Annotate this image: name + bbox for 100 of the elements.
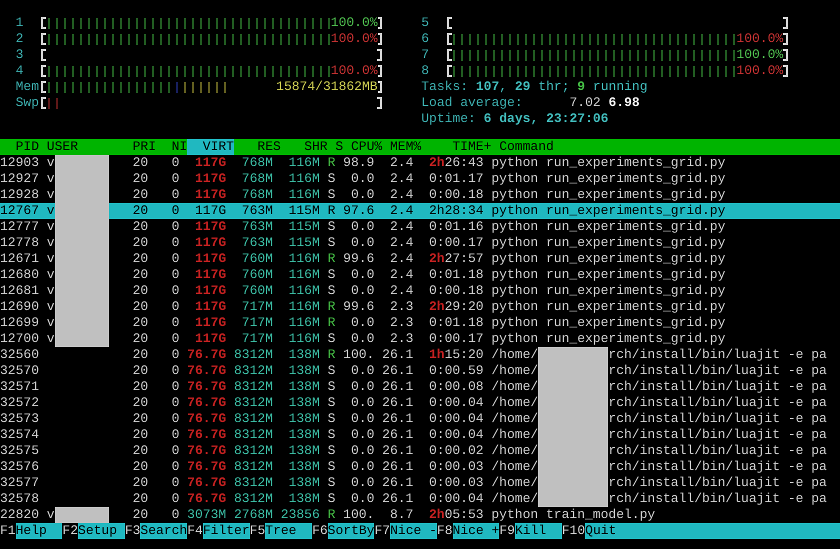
process-row[interactable]: 32573 20 0 76.7G 8312M 138M S 0.0 26.1 0:00.04 /home/ rch/install/bin/luajit -e pa xyxy=(0,411,840,427)
table-cell-text: 2.3 xyxy=(388,299,414,315)
meter-label: 4 xyxy=(16,63,24,79)
table-cell-text: 116M xyxy=(288,299,320,315)
column-header[interactable]: VIRT xyxy=(187,139,234,155)
table-cell-text: R xyxy=(326,347,336,363)
table-cell-text: 0.0 xyxy=(350,491,374,507)
column-header[interactable]: NI xyxy=(156,139,188,155)
table-cell: v xyxy=(46,267,55,283)
table-cell-text: 0.0 xyxy=(350,315,374,331)
function-key: F9 xyxy=(499,523,515,539)
table-cell-text: 0 xyxy=(170,187,180,203)
table-cell-text: 116M xyxy=(288,187,320,203)
column-header[interactable]: PRI xyxy=(124,139,156,155)
table-cell: 32570 xyxy=(0,363,39,379)
table-cell-text: 0:00.17 xyxy=(428,331,484,347)
table-cell-text: 0 xyxy=(170,155,180,171)
process-row[interactable]: 12700 v 20 0 117G 717M 116M S 0.0 2.3 0:00.17 python run_experiments_grid.py xyxy=(0,331,840,347)
function-key-button[interactable]: Setup xyxy=(78,523,125,539)
table-cell-text: 768M xyxy=(240,171,273,187)
table-cell: 32560 xyxy=(0,347,39,363)
table-cell-text: 0 xyxy=(170,331,180,347)
table-cell-text: 0:00.18 xyxy=(428,187,484,203)
function-key: F10 xyxy=(562,523,586,539)
process-row[interactable]: 32560 20 0 76.7G 8312M 138M R 100. 26.1 1h15:20 /home/ rch/install/bin/luajit -e pa xyxy=(0,347,840,363)
table-cell-text: 717M xyxy=(240,299,273,315)
process-row[interactable]: 32578 20 0 76.7G 8312M 138M S 0.0 26.1 0:00.04 /home/ rch/install/bin/luajit -e pa xyxy=(0,491,840,507)
table-cell: 12777 xyxy=(0,219,39,235)
function-key-button[interactable]: Nice - xyxy=(390,523,437,539)
column-header[interactable]: PID xyxy=(0,139,39,155)
table-cell-text: 0:00.03 xyxy=(428,475,484,491)
table-cell-text: S xyxy=(326,283,336,299)
table-cell-text: S xyxy=(326,379,336,395)
function-key-button[interactable]: SortBy xyxy=(328,523,374,539)
table-cell-text: 2.4 xyxy=(388,267,414,283)
process-row[interactable]: 12928 v 20 0 117G 768M 116M S 0.0 2.4 0:00.18 python run_experiments_grid.py xyxy=(0,187,840,203)
table-cell-text: 0.0 xyxy=(350,171,374,187)
table-cell: python run_experiments_grid.py xyxy=(491,171,726,187)
process-row[interactable]: 12699 v 20 0 117G 717M 116M R 0.0 2.3 0:01.18 python run_experiments_grid.py xyxy=(0,315,840,331)
process-row[interactable]: 12778 v 20 0 117G 763M 115M S 0.0 2.4 0:00.17 python run_experiments_grid.py xyxy=(0,235,840,251)
function-key-button[interactable]: Kill xyxy=(514,523,562,539)
table-cell-text: 0:00.18 xyxy=(428,283,484,299)
table-cell-text: 20 xyxy=(132,427,148,443)
column-header[interactable]: SHR xyxy=(280,139,328,155)
column-header[interactable]: TIME+ xyxy=(421,139,492,155)
process-row[interactable]: 12903 v 20 0 117G 768M 116M R 98.9 2.4 2h26:43 python run_experiments_grid.py xyxy=(0,155,840,171)
function-key-button[interactable]: Quit xyxy=(585,523,840,539)
process-row[interactable]: 12680 v 20 0 117G 760M 116M S 0.0 2.4 0:01.18 python run_experiments_grid.py xyxy=(0,267,840,283)
table-cell-text: 98.9 xyxy=(342,155,374,171)
table-cell-text: 0 xyxy=(170,395,180,411)
process-row[interactable]: 12777 v 20 0 117G 763M 115M S 0.0 2.4 0:01.16 python run_experiments_grid.py xyxy=(0,219,840,235)
column-header[interactable]: RES xyxy=(234,139,281,155)
column-header[interactable]: USER xyxy=(46,139,125,155)
table-cell-text: 0:00.04 xyxy=(428,427,484,443)
column-header[interactable]: CPU% xyxy=(343,139,382,155)
function-key-button[interactable]: Tree xyxy=(265,523,312,539)
process-row[interactable]: 32571 20 0 76.7G 8312M 138M S 0.0 26.1 0:00.08 /home/ rch/install/bin/luajit -e pa xyxy=(0,379,840,395)
table-cell-text: S xyxy=(326,427,336,443)
table-cell: 12671 xyxy=(0,251,39,267)
table-cell: rch/install/bin/luajit -e pa xyxy=(608,379,827,395)
table-cell-text: 0:00.04 xyxy=(428,411,484,427)
table-cell-text: 0 xyxy=(170,171,180,187)
table-cell-text: 116M xyxy=(288,171,320,187)
table-cell-text: 2.3 xyxy=(388,315,414,331)
process-row[interactable]: 12927 v 20 0 117G 768M 116M S 0.0 2.4 0:01.17 python run_experiments_grid.py xyxy=(0,171,840,187)
table-cell-text: 76.7G xyxy=(186,347,226,363)
process-row[interactable]: 32575 20 0 76.7G 8312M 138M S 0.0 26.1 0:00.02 /home/ rch/install/bin/luajit -e pa xyxy=(0,443,840,459)
function-key-button[interactable]: Search xyxy=(140,523,188,539)
table-cell-text: 0:00.08 xyxy=(428,379,484,395)
process-row[interactable]: 12681 v 20 0 117G 760M 116M S 0.0 2.4 0:00.18 python run_experiments_grid.py xyxy=(0,283,840,299)
function-key-button[interactable]: Help xyxy=(16,523,62,539)
table-cell-text: 117G xyxy=(194,155,226,171)
process-row[interactable]: 12671 v 20 0 117G 760M 116M R 99.6 2.4 2h27:57 python run_experiments_grid.py xyxy=(0,251,840,267)
process-row[interactable]: 22820 v 20 0 3073M 2768M 23856 R 100. 8.7 2h05:53 python train_model.py xyxy=(0,507,840,523)
table-cell-text: 26.1 xyxy=(381,379,414,395)
column-header[interactable]: Command xyxy=(499,139,554,155)
table-cell-text: 8312M xyxy=(232,475,273,491)
table-cell-text: 20 xyxy=(132,459,148,475)
table-cell-text: 0:00.02 xyxy=(428,443,484,459)
table-cell-text: 0:00.17 xyxy=(428,235,484,251)
function-key-button[interactable]: Filter xyxy=(202,523,250,539)
table-cell-text: 115M xyxy=(288,219,320,235)
table-cell-text: 768M xyxy=(240,155,273,171)
meter-reading: 15874/31862MB xyxy=(276,79,378,95)
table-cell: 32572 xyxy=(0,395,39,411)
table-cell-text: 99.6 xyxy=(342,251,374,267)
process-row[interactable]: 32576 20 0 76.7G 8312M 138M S 0.0 26.1 0:00.03 /home/ rch/install/bin/luajit -e pa xyxy=(0,459,840,475)
process-row[interactable]: 12767 v 20 0 117G 763M 115M R 97.6 2.4 2h28:34 python run_experiments_grid.py xyxy=(0,203,840,219)
column-header[interactable]: MEM% xyxy=(382,139,422,155)
process-row[interactable]: 12690 v 20 0 117G 717M 116M R 99.6 2.3 2h29:20 python run_experiments_grid.py xyxy=(0,299,840,315)
table-cell-text: S xyxy=(326,219,336,235)
function-key: F7 xyxy=(374,523,390,539)
process-row[interactable]: 32572 20 0 76.7G 8312M 138M S 0.0 26.1 0:00.04 /home/ rch/install/bin/luajit -e pa xyxy=(0,395,840,411)
load-average-value: 7.02 xyxy=(569,95,601,110)
column-header[interactable]: S xyxy=(328,139,344,155)
table-cell: v xyxy=(46,299,55,315)
process-row[interactable]: 32570 20 0 76.7G 8312M 138M S 0.0 26.1 0:00.59 /home/ rch/install/bin/luajit -e pa xyxy=(0,363,840,379)
process-row[interactable]: 32574 20 0 76.7G 8312M 138M S 0.0 26.1 0:00.04 /home/ rch/install/bin/luajit -e pa xyxy=(0,427,840,443)
process-row[interactable]: 32577 20 0 76.7G 8312M 138M S 0.0 26.1 0:00.03 /home/ rch/install/bin/luajit -e pa xyxy=(0,475,840,491)
function-key-button[interactable]: Nice + xyxy=(452,523,500,539)
